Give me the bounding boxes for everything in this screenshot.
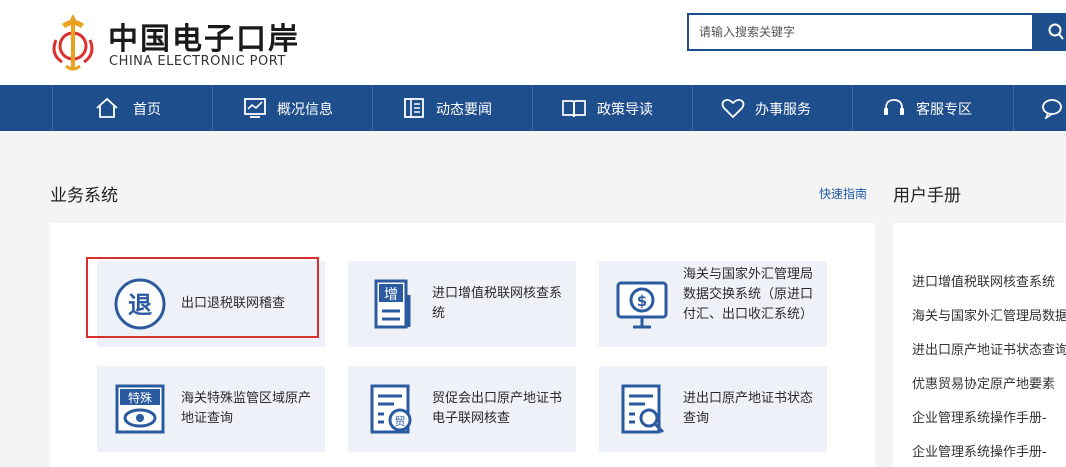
business-section-title: 业务系统 [50,186,118,206]
card-ccpit-origin-check[interactable]: 贸 贸促会出口原产地证书电子联网核查 [348,366,576,452]
home-icon [96,97,118,118]
heart-icon [721,98,745,119]
nav-item-customer-service[interactable]: 客服专区 [853,85,1014,131]
card-label: 进出口原产地证书状态查询 [683,391,814,426]
nav-item-more[interactable] [1014,85,1066,131]
user-manual-title: 用户手册 [893,186,961,206]
user-manual-panel: 进口增值税联网核查系统 海关与国家外汇管理局数据 进出口原产地证书状态查询 优惠… [893,223,1066,467]
headset-icon [884,99,904,115]
forex-monitor-icon: $ [616,281,668,329]
svg-text:特殊: 特殊 [128,390,152,405]
nav-label: 概况信息 [277,102,333,118]
search-box [687,13,1034,51]
card-origin-status-query[interactable]: 进出口原产地证书状态查询 [599,366,827,452]
search-input[interactable] [689,15,1032,49]
nav-label: 办事服务 [755,102,811,118]
nav-label: 动态要闻 [436,102,492,118]
china-customs-logo[interactable] [48,10,98,74]
certificate-search-icon [621,384,665,434]
card-special-zone-origin-query[interactable]: 特殊 海关特殊监管区域原产地证查询 [97,366,325,452]
nav-label: 首页 [133,102,161,118]
card-label: 贸促会出口原产地证书电子联网核查 [432,391,563,426]
card-import-vat-check[interactable]: 增 进口增值税联网核查系统 [348,261,576,347]
manual-item[interactable]: 优惠贸易协定原产地要素 [912,373,1055,392]
special-zone-eye-icon: 特殊 [115,384,165,434]
svg-text:贸: 贸 [395,415,406,428]
search-button[interactable] [1034,13,1066,51]
card-label: 进口增值税联网核查系统 [432,286,563,321]
chart-monitor-icon [244,98,266,118]
trade-certificate-icon: 贸 [370,384,412,434]
nav-label: 政策导读 [597,102,653,118]
search-icon [1048,23,1064,40]
manual-item[interactable]: 企业管理系统操作手册- [912,407,1047,426]
quick-guide-link[interactable]: 快速指南 [819,185,867,202]
nav-item-services[interactable]: 办事服务 [693,85,853,131]
brand-subtitle: CHINA ELECTRONIC PORT [109,54,286,69]
chat-icon [1042,99,1062,119]
svg-text:增: 增 [384,287,398,303]
site-header: 中国电子口岸 CHINA ELECTRONIC PORT [0,0,1066,85]
card-label: 海关特殊监管区域原产地证查询 [181,391,312,426]
vat-document-icon: 增 [374,279,411,329]
svg-text:$: $ [637,292,647,310]
nav-item-policy[interactable]: 政策导读 [533,85,693,131]
main-nav: 首页 概况信息 动态要闻 政策导读 办事服务 客服专区 [0,85,1066,131]
brand-title: 中国电子口岸 [108,22,300,57]
card-label: 海关与国家外汇管理局数据交换系统（原进口付汇、出口收汇系统） [683,267,814,322]
card-customs-forex-exchange[interactable]: $ 海关与国家外汇管理局数据交换系统（原进口付汇、出口收汇系统） [599,261,827,347]
news-icon [404,98,424,118]
book-icon [562,100,586,118]
manual-item[interactable]: 进口增值税联网核查系统 [912,271,1055,290]
nav-item-overview[interactable]: 概况信息 [213,85,373,131]
selected-card-highlight [86,257,319,338]
manual-item[interactable]: 海关与国家外汇管理局数据 [912,305,1066,324]
manual-item[interactable]: 进出口原产地证书状态查询 [912,339,1066,358]
nav-item-news[interactable]: 动态要闻 [373,85,533,131]
nav-label: 客服专区 [916,102,972,118]
nav-item-home[interactable]: 首页 [52,85,213,131]
manual-item[interactable]: 企业管理系统操作手册- [912,441,1047,460]
